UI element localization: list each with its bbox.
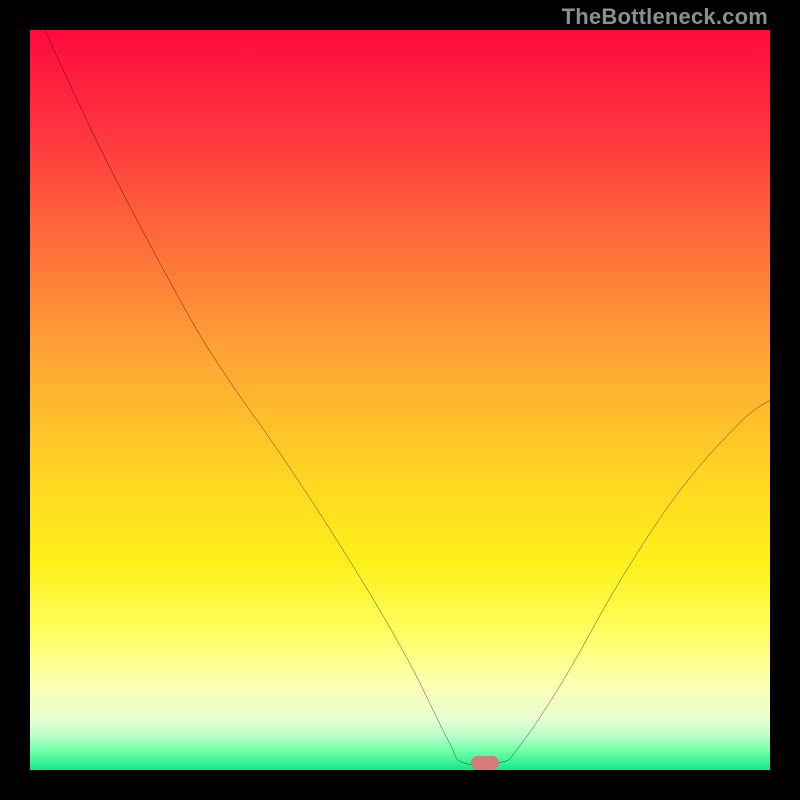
chart-frame: TheBottleneck.com	[0, 0, 800, 800]
watermark-text: TheBottleneck.com	[562, 4, 768, 30]
optimal-marker	[471, 756, 499, 770]
plot-area	[30, 30, 770, 770]
background-gradient	[30, 30, 770, 770]
